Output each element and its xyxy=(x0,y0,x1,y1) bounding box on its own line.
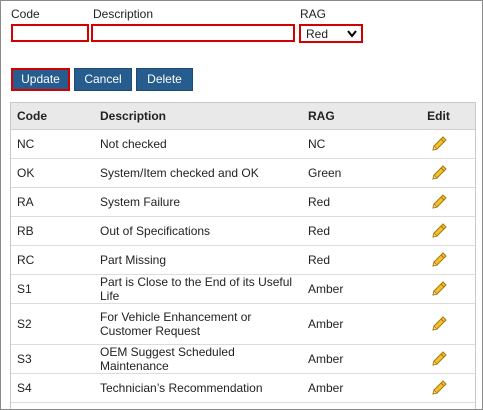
pencil-icon[interactable] xyxy=(430,315,448,333)
cell-edit[interactable] xyxy=(402,245,475,275)
table-header-row: Code Description RAG Edit xyxy=(11,103,475,130)
cell-description: System/Item checked and OK xyxy=(94,158,302,188)
column-header-edit: Edit xyxy=(402,103,475,130)
cell-description: Out of Specifications xyxy=(94,216,302,246)
table-row[interactable]: RC Part Missing Red xyxy=(11,245,475,275)
cell-code: S4 xyxy=(11,373,94,403)
pencil-icon[interactable] xyxy=(430,222,448,240)
cell-rag: Red xyxy=(302,216,402,246)
cell-code: S3 xyxy=(11,344,94,374)
cell-code: RC xyxy=(11,245,94,275)
table-row[interactable]: RA System Failure Red xyxy=(11,187,475,217)
table-row[interactable]: OK System/Item checked and OK Green xyxy=(11,158,475,188)
table-body: NC Not checked NC OK System/Item checked and… xyxy=(11,129,475,403)
pencil-icon[interactable] xyxy=(430,135,448,153)
code-input[interactable] xyxy=(11,24,89,42)
column-header-code: Code xyxy=(11,103,94,130)
cell-description: OEM Suggest Scheduled Maintenance xyxy=(94,344,302,374)
column-header-rag: RAG xyxy=(302,103,402,130)
codes-table: Code Description RAG Edit NC Not checked N… xyxy=(11,103,475,403)
cell-rag: Green xyxy=(302,158,402,188)
pencil-icon[interactable] xyxy=(430,193,448,211)
cell-rag: Amber xyxy=(302,274,402,304)
cell-rag: Amber xyxy=(302,303,402,345)
code-label: Code xyxy=(11,7,40,21)
cell-description: Technician’s Recommendation xyxy=(94,373,302,403)
table-row[interactable]: RB Out of Specifications Red xyxy=(11,216,475,246)
cell-edit[interactable] xyxy=(402,344,475,374)
cell-description: Not checked xyxy=(94,129,302,159)
rag-select-value: Red xyxy=(306,27,329,41)
delete-button[interactable]: Delete xyxy=(136,68,193,91)
chevron-down-icon xyxy=(347,30,357,38)
rag-label: RAG xyxy=(300,7,327,21)
cancel-button[interactable]: Cancel xyxy=(74,68,132,91)
cell-code: NC xyxy=(11,129,94,159)
cell-rag: NC xyxy=(302,129,402,159)
cell-code: RB xyxy=(11,216,94,246)
table-row[interactable]: S4 Technician’s Recommendation Amber xyxy=(11,373,475,403)
cell-edit[interactable] xyxy=(402,158,475,188)
cell-edit[interactable] xyxy=(402,303,475,345)
code-editor-panel: Code Description RAG Red Update Cancel D… xyxy=(0,0,483,410)
cell-description: Part is Close to the End of its Useful L… xyxy=(94,274,302,304)
cell-description: System Failure xyxy=(94,187,302,217)
cell-description: For Vehicle Enhancement or Customer Requ… xyxy=(94,303,302,345)
table-row[interactable]: S2 For Vehicle Enhancement or Customer Re… xyxy=(11,303,475,345)
cell-rag: Amber xyxy=(302,344,402,374)
cell-edit[interactable] xyxy=(402,373,475,403)
pencil-icon[interactable] xyxy=(430,350,448,368)
codes-table-container: Code Description RAG Edit NC Not checked N… xyxy=(10,102,476,409)
update-button[interactable]: Update xyxy=(11,68,70,91)
cell-rag: Red xyxy=(302,187,402,217)
column-header-description: Description xyxy=(94,103,302,130)
pencil-icon[interactable] xyxy=(430,280,448,298)
cell-rag: Red xyxy=(302,245,402,275)
cell-code: S2 xyxy=(11,303,94,345)
description-input[interactable] xyxy=(91,24,295,42)
cell-code: OK xyxy=(11,158,94,188)
pencil-icon[interactable] xyxy=(430,251,448,269)
cell-description: Part Missing xyxy=(94,245,302,275)
rag-select[interactable]: Red xyxy=(299,24,363,43)
description-label: Description xyxy=(93,7,154,21)
cell-edit[interactable] xyxy=(402,187,475,217)
pencil-icon[interactable] xyxy=(430,164,448,182)
table-row[interactable]: NC Not checked NC xyxy=(11,129,475,159)
table-row[interactable]: S3 OEM Suggest Scheduled Maintenance Amber xyxy=(11,344,475,374)
cell-code: RA xyxy=(11,187,94,217)
cell-edit[interactable] xyxy=(402,216,475,246)
cell-edit[interactable] xyxy=(402,274,475,304)
table-row[interactable]: S1 Part is Close to the End of its Useful… xyxy=(11,274,475,304)
pencil-icon[interactable] xyxy=(430,379,448,397)
cell-edit[interactable] xyxy=(402,129,475,159)
cell-rag: Amber xyxy=(302,373,402,403)
cell-code: S1 xyxy=(11,274,94,304)
